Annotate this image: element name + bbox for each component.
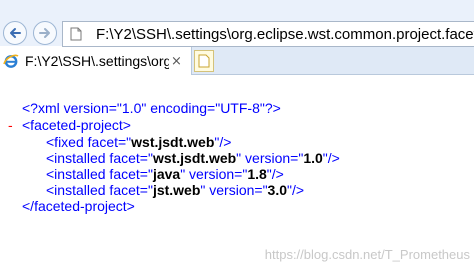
xml-declaration: <?xml version="1.0" encoding="UTF-8"?> [22,100,281,116]
xml-installed-facet: <installed facet="wst.jsdt.web" version=… [46,150,340,166]
internet-explorer-icon [3,54,19,68]
xml-installed-facet: <installed facet="jst.web" version="3.0"… [46,182,305,198]
browser-toolbar: F:\Y2\SSH\.settings\org.eclipse.wst.comm… [0,0,474,47]
tab-title: F:\Y2\SSH\.settings\org.... [25,53,169,69]
back-button[interactable] [3,21,27,45]
collapse-toggle[interactable]: - [8,117,13,133]
new-tab-icon [198,54,210,68]
new-tab-button[interactable] [194,50,214,72]
xml-viewer: <?xml version="1.0" encoding="UTF-8"?> -… [0,76,474,268]
xml-fixed-facet: <fixed facet="wst.jsdt.web"/> [46,134,232,150]
xml-root-close: </faceted-project> [22,198,135,214]
page-icon [70,27,82,41]
tab-close-icon[interactable]: × [171,54,182,69]
address-url: F:\Y2\SSH\.settings\org.eclipse.wst.comm… [96,25,474,43]
tab-active[interactable]: F:\Y2\SSH\.settings\org.... × [0,47,192,75]
xml-installed-facet: <installed facet="java" version="1.8"/> [46,166,284,182]
watermark: https://blog.csdn.net/T_Prometheus [264,247,470,262]
forward-arrow-icon [39,28,50,38]
back-arrow-icon [10,28,21,38]
forward-button[interactable] [33,21,57,45]
address-bar[interactable]: F:\Y2\SSH\.settings\org.eclipse.wst.comm… [62,21,474,47]
tab-strip: F:\Y2\SSH\.settings\org.... × [0,47,474,75]
xml-root-open: - <faceted-project> [8,117,131,133]
